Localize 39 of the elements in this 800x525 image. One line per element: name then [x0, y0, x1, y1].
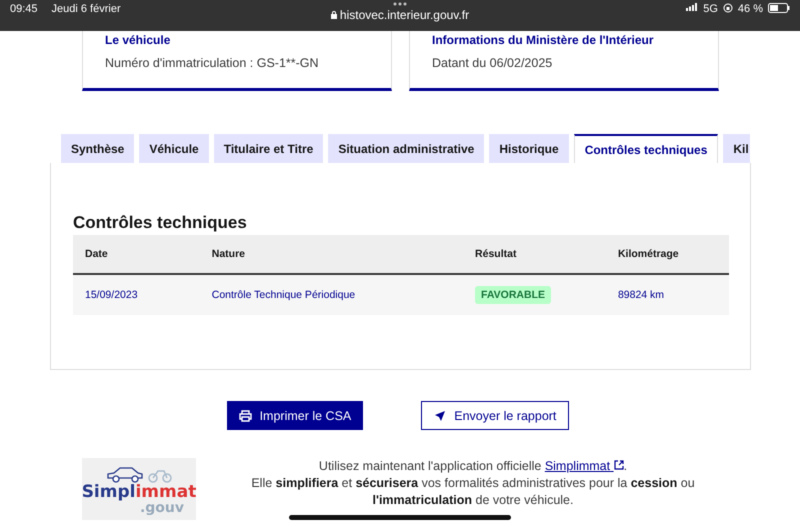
lock-icon [330, 11, 337, 19]
battery-percent: 46 % [738, 3, 763, 15]
send-icon [434, 410, 446, 422]
app-link[interactable]: Simplimmat [544, 459, 624, 473]
card-text: Numéro d'immatriculation : GS-1**-GN [105, 56, 320, 70]
more-icon[interactable] [393, 2, 407, 6]
tab[interactable]: Synthèse [61, 134, 134, 163]
column-header: Kilométrage [606, 235, 729, 274]
rotation-lock-icon [722, 3, 733, 13]
clock: 09:45 [10, 3, 38, 17]
promo-paragraph: Utilisez maintenant l'application officielle Simplimmat . Elle simplifiera et sécurisera vos formalités administratives pour la cession ou l'immatriculation de votre véhicule. [250, 458, 696, 509]
tab[interactable]: Historique [489, 134, 569, 163]
tab[interactable]: Véhicule [139, 134, 209, 163]
url-text[interactable]: histovec.interieur.gouv.fr [340, 8, 470, 22]
table-cell: 15/09/2023 [73, 274, 200, 315]
network-label: 5G [703, 3, 718, 15]
card-text: Datant du 06/02/2025 [432, 56, 554, 70]
card-title: Le véhicule [105, 33, 172, 47]
table-cell: Contrôle Technique Périodique [200, 274, 464, 315]
print-button[interactable]: Imprimer le CSA [226, 401, 364, 430]
table-cell: 89824 km [606, 274, 729, 315]
signal-icon [686, 3, 698, 11]
logo-text: Simplimmat [82, 484, 196, 500]
column-header: Résultat [463, 235, 606, 274]
tab[interactable]: Contrôles techniques [574, 134, 718, 163]
section-title: Contrôles techniques [73, 213, 248, 233]
column-header: Date [73, 235, 200, 274]
external-link-icon [614, 460, 624, 470]
send-report-button[interactable]: Envoyer le rapport [421, 401, 570, 430]
logo-domain: .gouv [140, 500, 184, 514]
date: Jeudi 6 février [52, 3, 121, 17]
tab[interactable]: Situation administrative [328, 134, 484, 163]
battery-icon [768, 3, 790, 13]
printer-icon [238, 410, 252, 422]
card-title: Informations du Ministère de l'Intérieur [432, 33, 655, 47]
tab[interactable]: Titulaire et Titre [214, 134, 324, 163]
result-badge: FAVORABLE [475, 286, 551, 304]
column-header: Nature [200, 235, 464, 274]
tab[interactable]: Kil [723, 134, 750, 163]
